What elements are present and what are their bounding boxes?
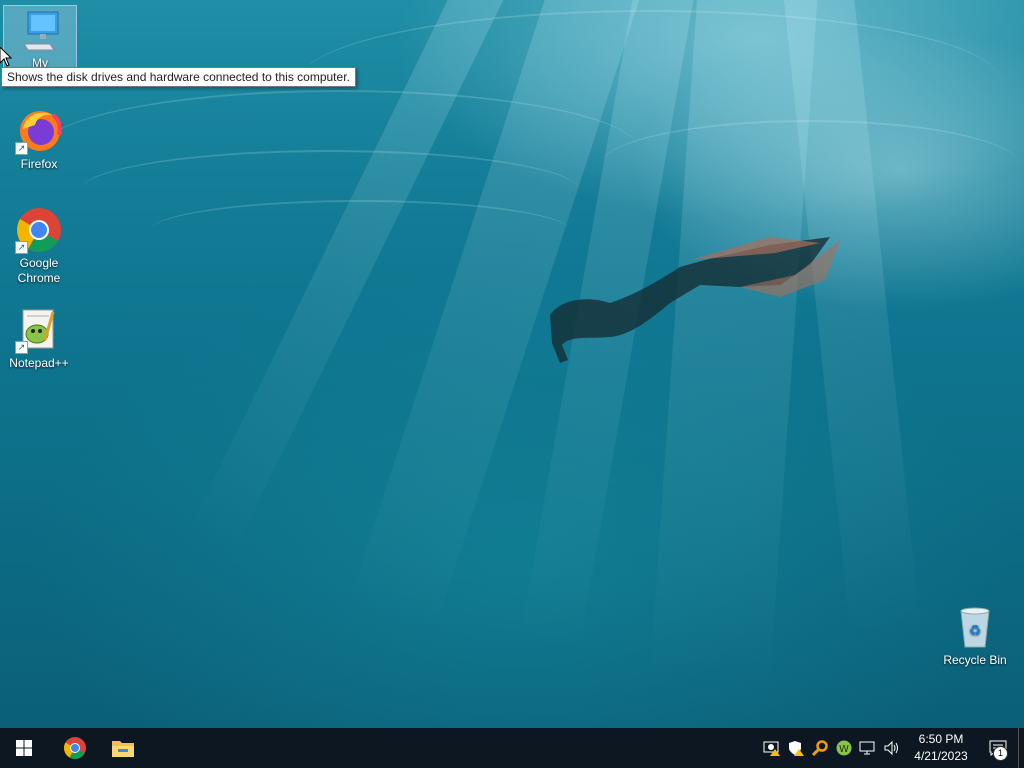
system-tray: W 6:50 PM 4/21/2023 1 <box>760 728 1024 768</box>
desktop-icon-recycle-bin[interactable]: ♻ Recycle Bin <box>939 603 1011 668</box>
tooltip: Shows the disk drives and hardware conne… <box>1 67 356 87</box>
svg-text:♻: ♻ <box>969 623 982 639</box>
action-center-button[interactable]: 1 <box>978 728 1018 768</box>
start-button[interactable] <box>0 728 48 768</box>
taskbar: W 6:50 PM 4/21/2023 1 <box>0 728 1024 768</box>
search-tool-icon[interactable] <box>808 728 832 768</box>
desktop-icon-label: Notepad++ <box>9 356 69 370</box>
shortcut-arrow-icon: ↗ <box>15 341 28 354</box>
desktop-icon-notepadpp[interactable]: ↗ Notepad++ <box>3 306 75 371</box>
clock-time: 6:50 PM <box>918 732 964 746</box>
desktop-icon-google-chrome[interactable]: ↗ Google Chrome <box>3 206 75 286</box>
show-desktop-button[interactable] <box>1018 728 1024 768</box>
svg-text:W: W <box>839 744 849 755</box>
notepadpp-icon: ↗ <box>15 306 63 354</box>
desktop-icon-firefox[interactable]: ↗ Firefox <box>3 107 75 172</box>
computer-icon <box>16 6 64 54</box>
network-icon[interactable] <box>856 728 880 768</box>
clock-date: 4/21/2023 <box>914 749 968 763</box>
chrome-icon <box>64 737 86 759</box>
desktop-icon-label: Firefox <box>20 157 58 171</box>
taskbar-clock[interactable]: 6:50 PM 4/21/2023 <box>910 731 972 765</box>
shortcut-arrow-icon: ↗ <box>15 241 28 254</box>
diver-silhouette <box>550 237 840 363</box>
network-warning-icon[interactable] <box>760 728 784 768</box>
taskbar-chrome-button[interactable] <box>51 728 99 768</box>
desktop-icon-label: Google Chrome <box>17 256 61 285</box>
firefox-icon: ↗ <box>15 107 63 155</box>
desktop-icon-my-computer[interactable]: My Computer <box>3 5 77 85</box>
w-app-icon[interactable]: W <box>832 728 856 768</box>
recycle-bin-icon: ♻ <box>951 603 999 651</box>
security-warning-icon[interactable] <box>784 728 808 768</box>
shortcut-arrow-icon: ↗ <box>15 142 28 155</box>
mouse-cursor-icon <box>0 47 12 67</box>
notification-count-badge: 1 <box>993 746 1008 761</box>
desktop-wallpaper <box>0 0 1024 728</box>
desktop-icon-label: Recycle Bin <box>943 653 1007 667</box>
volume-icon[interactable] <box>880 728 904 768</box>
windows-start-icon <box>16 740 32 756</box>
chrome-icon: ↗ <box>15 206 63 254</box>
taskbar-file-explorer-button[interactable] <box>99 728 147 768</box>
file-explorer-icon <box>112 741 134 757</box>
